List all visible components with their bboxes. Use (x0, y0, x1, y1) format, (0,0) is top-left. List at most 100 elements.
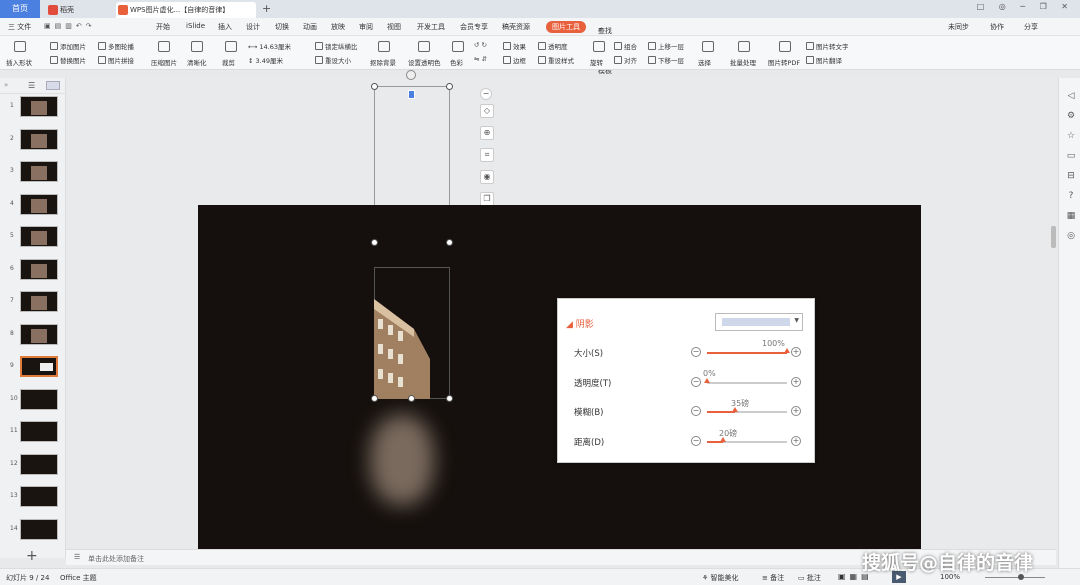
effects-button[interactable]: 效果 (503, 41, 526, 51)
shadow-slider-track[interactable] (707, 440, 787, 443)
copy-icon[interactable]: ❐ (480, 192, 494, 206)
crop-button[interactable]: 裁剪 (222, 57, 235, 67)
plus-icon[interactable]: + (791, 347, 801, 357)
smart-beautify-button[interactable]: ⚘ 智能美化 (702, 573, 739, 583)
resize-handle[interactable] (408, 395, 415, 402)
plus-icon[interactable]: + (791, 376, 801, 387)
group-button[interactable]: 组合 (614, 41, 637, 51)
building-image[interactable] (374, 299, 430, 399)
thumbnail-view-icon[interactable] (46, 81, 60, 90)
layers-icon[interactable]: ◇ (480, 104, 494, 118)
pic-to-pdf-button[interactable]: 图片转PDF (768, 57, 800, 67)
fill-icon[interactable]: ◉ (480, 170, 494, 184)
color-button[interactable]: 色彩 (450, 57, 463, 67)
minus-icon[interactable]: − (691, 376, 701, 387)
matting-button[interactable]: 抠除背景 (370, 57, 396, 67)
slide-thumbnail[interactable] (20, 291, 58, 312)
transparency-button[interactable]: 透明度 (538, 41, 568, 51)
replace-pic-button[interactable]: 替换图片 (50, 55, 86, 65)
align-button[interactable]: 对齐 (614, 55, 637, 65)
window-controls[interactable]: □ ◎ ─ ❐ ✕ (977, 2, 1074, 11)
menu-resources[interactable]: 稿壳资源 (502, 22, 530, 32)
shadow-slider-track[interactable] (707, 381, 787, 384)
right-toolbar-icons[interactable]: ◁ ⚙ ☆ ▭ ⊟? ▦ ◎ (1065, 86, 1077, 246)
add-slide-button[interactable]: + (26, 548, 38, 564)
menu-animation[interactable]: 动画 (303, 22, 317, 32)
reset-style-button[interactable]: 重设样式 (538, 55, 574, 65)
menu-file[interactable]: 三 文件 (8, 22, 31, 32)
tab-home[interactable]: 首页 (0, 0, 40, 18)
border-button[interactable]: 边框 (503, 55, 526, 65)
add-pic-button[interactable]: 添加图片 (50, 41, 86, 51)
slide-thumbnail[interactable] (20, 421, 58, 442)
menu-devtools[interactable]: 开发工具 (417, 22, 445, 32)
plus-icon[interactable]: + (791, 435, 801, 446)
plus-icon[interactable]: + (791, 406, 801, 416)
flip-icon[interactable]: ⇋ ⇵ (474, 55, 487, 63)
slide-thumbnail[interactable] (20, 356, 58, 377)
up-layer-button[interactable]: 上移一层 (648, 41, 684, 51)
menu-member[interactable]: 会员专享 (460, 22, 488, 32)
shadow-section-header[interactable]: ◢ 阴影 (566, 317, 594, 330)
crop-handle[interactable] (408, 90, 415, 99)
slide-thumbnail[interactable] (20, 96, 58, 117)
slide-thumbnail[interactable] (20, 486, 58, 507)
slide-thumbnail[interactable] (20, 161, 58, 182)
menu-home[interactable]: 开始 (156, 22, 170, 32)
slide-thumbnail[interactable] (20, 388, 58, 410)
slide-thumbnail[interactable] (20, 128, 58, 150)
comment-toggle[interactable]: ▭ 批注 (798, 573, 821, 583)
rotate-handle[interactable] (406, 70, 416, 80)
menu-insert[interactable]: 插入 (218, 22, 232, 32)
crop-tool-icon[interactable]: ⌗ (480, 148, 494, 162)
height-field[interactable]: ↕ 3.49厘米 (248, 55, 283, 65)
minus-icon[interactable]: − (691, 435, 701, 446)
sharpen-button[interactable]: 清晰化 (187, 57, 207, 67)
slide-thumbnail[interactable] (20, 518, 58, 540)
share-button[interactable]: 分享 (1024, 22, 1038, 32)
pic-translate-button[interactable]: 图片翻译 (806, 55, 842, 65)
compress-button[interactable]: 压缩图片 (151, 57, 177, 67)
menu-slideshow[interactable]: 放映 (331, 22, 345, 32)
collapse-toolbar-icon[interactable]: − (480, 88, 492, 100)
shadow-slider-thumb[interactable] (704, 377, 710, 383)
collapse-icon[interactable]: » (4, 81, 8, 89)
resize-handle[interactable] (446, 239, 453, 246)
reset-size-button[interactable]: 重设大小 (315, 55, 351, 65)
minus-icon[interactable]: − (691, 347, 701, 357)
menu-design[interactable]: 设计 (246, 22, 260, 32)
shadow-slider-track[interactable] (707, 352, 787, 354)
rotate-left-icon[interactable]: ↺ ↻ (474, 41, 487, 49)
vertical-scrollbar[interactable] (1051, 226, 1056, 248)
lock-ratio-checkbox[interactable]: 锁定纵横比 (315, 41, 358, 51)
notes-toggle[interactable]: ≡ 备注 (762, 573, 784, 583)
tab-document[interactable]: WPS图片虚化...【自律的音律】 (116, 2, 256, 18)
minus-icon[interactable]: − (691, 406, 701, 416)
width-field[interactable]: ⟷ 14.63厘米 (248, 41, 291, 51)
slide-thumbnail[interactable] (20, 323, 58, 345)
batch-button[interactable]: 批量处理 (730, 57, 756, 67)
menu-picture-tools[interactable]: 图片工具 (546, 21, 586, 33)
rotate-button[interactable]: 旋转 (590, 57, 603, 67)
outline-view-icon[interactable]: ☰ (28, 81, 35, 90)
zoom-icon[interactable]: ⊕ (480, 126, 494, 140)
resize-handle[interactable] (446, 83, 453, 90)
quick-access-icons[interactable]: ▣▤▥↶↷ (44, 22, 96, 30)
shadow-slider-thumb[interactable] (784, 348, 790, 353)
resize-handle[interactable] (371, 239, 378, 246)
slide-thumbnail[interactable] (20, 193, 58, 215)
multi-pic-button[interactable]: 多图轮播 (98, 41, 134, 51)
resize-handle[interactable] (446, 395, 453, 402)
slide-thumbnail[interactable] (20, 226, 58, 247)
resize-handle[interactable] (371, 83, 378, 90)
pic-concat-button[interactable]: 图片拼接 (98, 55, 134, 65)
slide-thumbnail[interactable] (20, 453, 58, 475)
insert-shape-button[interactable]: 插入形状 (6, 57, 32, 67)
select-button[interactable]: 选择 (698, 57, 711, 67)
menu-review[interactable]: 审阅 (359, 22, 373, 32)
sync-status[interactable]: 未同步 (948, 22, 969, 32)
resize-handle[interactable] (371, 395, 378, 402)
menu-islide[interactable]: iSlide (186, 22, 205, 30)
menu-transition[interactable]: 切换 (275, 22, 289, 32)
pic-to-text-button[interactable]: 图片转文字 (806, 41, 849, 51)
